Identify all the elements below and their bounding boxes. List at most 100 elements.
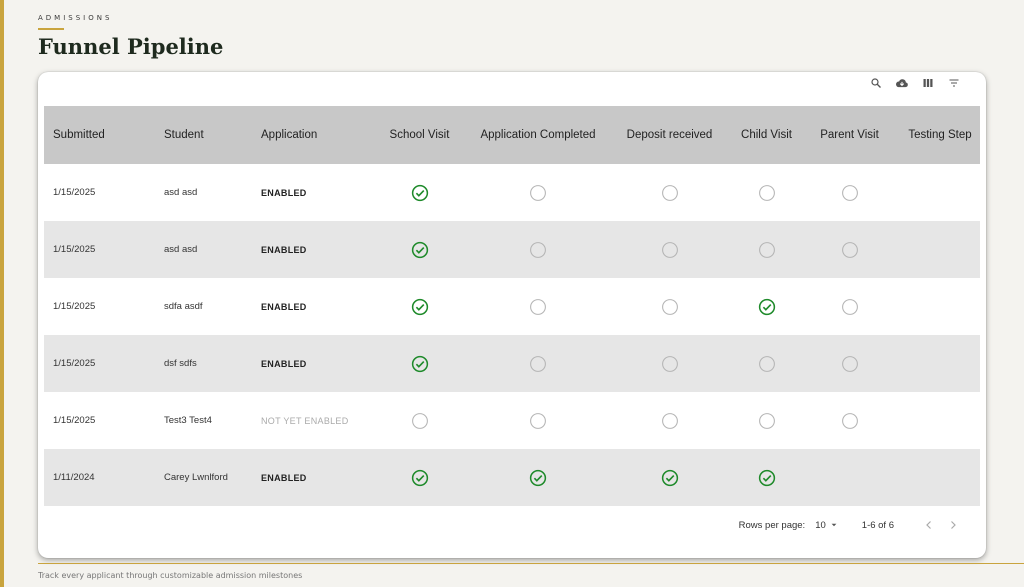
cell-application-completed — [471, 392, 605, 449]
column-header-parent-visit[interactable]: Parent Visit — [799, 106, 900, 164]
column-header-deposit-received[interactable]: Deposit received — [605, 106, 734, 164]
rows-per-page-label: Rows per page: — [738, 519, 806, 531]
cell-school-visit — [368, 221, 471, 278]
empty-circle-icon[interactable] — [841, 355, 859, 373]
column-header-child-visit[interactable]: Child Visit — [734, 106, 799, 164]
empty-circle-icon[interactable] — [661, 412, 679, 430]
cell-deposit-received — [605, 335, 734, 392]
empty-circle-icon[interactable] — [529, 412, 547, 430]
empty-circle-icon[interactable] — [758, 241, 776, 259]
pipeline-table: Submitted Student Application School Vis… — [44, 106, 980, 506]
footer-tagline: Track every applicant through customizab… — [38, 571, 303, 580]
check-circle-icon[interactable] — [411, 355, 429, 373]
check-circle-icon[interactable] — [661, 469, 679, 487]
rows-per-page-select[interactable]: 10 — [815, 520, 838, 531]
empty-circle-icon[interactable] — [841, 184, 859, 202]
cloud-download-icon[interactable] — [894, 75, 910, 91]
table-toolbar — [868, 74, 962, 92]
empty-circle-icon[interactable] — [529, 241, 547, 259]
cell-child-visit — [734, 449, 799, 506]
empty-circle-icon[interactable] — [661, 184, 679, 202]
check-circle-icon[interactable] — [411, 298, 429, 316]
cell-application-status: ENABLED — [261, 472, 307, 483]
column-header-school-visit[interactable]: School Visit — [368, 106, 471, 164]
empty-circle-icon[interactable] — [758, 412, 776, 430]
rows-per-page-value: 10 — [815, 519, 826, 531]
check-circle-icon[interactable] — [529, 469, 547, 487]
caret-down-icon — [831, 523, 837, 527]
column-header-student[interactable]: Student — [155, 106, 252, 164]
cell-application-completed — [471, 278, 605, 335]
table-body: 1/15/2025 asd asd ENABLED 1/15/2025 asd asd E… — [44, 164, 980, 506]
check-circle-icon[interactable] — [758, 469, 776, 487]
table-row[interactable]: 1/15/2025 asd asd ENABLED — [44, 221, 980, 278]
check-circle-icon[interactable] — [411, 184, 429, 202]
check-circle-icon[interactable] — [758, 298, 776, 316]
empty-circle-icon[interactable] — [758, 184, 776, 202]
empty-circle-icon[interactable] — [661, 355, 679, 373]
table-row[interactable]: 1/15/2025 dsf sdfs ENABLED — [44, 335, 980, 392]
column-header-application-completed[interactable]: Application Completed — [471, 106, 605, 164]
table-row[interactable]: 1/15/2025 Test3 Test4 NOT YET ENABLED — [44, 392, 980, 449]
table-row[interactable]: 1/15/2025 asd asd ENABLED — [44, 164, 980, 221]
cell-deposit-received — [605, 164, 734, 221]
empty-circle-icon[interactable] — [529, 355, 547, 373]
cell-application-status: ENABLED — [261, 301, 307, 312]
cell-student: sdfa asdf — [164, 301, 203, 312]
previous-page-button[interactable] — [922, 518, 936, 532]
cell-school-visit — [368, 278, 471, 335]
view-column-icon[interactable] — [920, 75, 936, 91]
cell-student: Test3 Test4 — [164, 415, 212, 426]
table-row[interactable]: 1/11/2024 Carey Lwnlford ENABLED — [44, 449, 980, 506]
column-header-testing-step[interactable]: Testing Step — [900, 106, 980, 164]
cell-application-status: ENABLED — [261, 244, 307, 255]
empty-circle-icon[interactable] — [758, 355, 776, 373]
empty-circle-icon[interactable] — [529, 184, 547, 202]
cell-deposit-received — [605, 392, 734, 449]
check-circle-icon[interactable] — [411, 469, 429, 487]
empty-circle-icon[interactable] — [841, 412, 859, 430]
empty-circle-icon[interactable] — [529, 298, 547, 316]
eyebrow-underline — [38, 28, 64, 30]
cell-testing-step — [900, 449, 980, 506]
column-header-application[interactable]: Application — [252, 106, 368, 164]
cell-submitted: 1/15/2025 — [53, 244, 96, 255]
cell-deposit-received — [605, 278, 734, 335]
cell-submitted: 1/15/2025 — [53, 187, 96, 198]
cell-deposit-received — [605, 221, 734, 278]
empty-circle-icon[interactable] — [661, 298, 679, 316]
section-eyebrow: ADMISSIONS — [38, 14, 113, 22]
cell-application-completed — [471, 449, 605, 506]
cell-child-visit — [734, 221, 799, 278]
cell-application-status: ENABLED — [261, 187, 307, 198]
filter-icon[interactable] — [946, 75, 962, 91]
empty-circle-icon[interactable] — [841, 298, 859, 316]
cell-deposit-received — [605, 449, 734, 506]
cell-child-visit — [734, 392, 799, 449]
cell-application-completed — [471, 335, 605, 392]
cell-student: asd asd — [164, 187, 198, 198]
cell-school-visit — [368, 164, 471, 221]
cell-submitted: 1/15/2025 — [53, 358, 96, 369]
search-icon[interactable] — [868, 75, 884, 91]
cell-parent-visit — [799, 221, 900, 278]
cell-testing-step — [900, 392, 980, 449]
table-row[interactable]: 1/15/2025 sdfa asdf ENABLED — [44, 278, 980, 335]
check-circle-icon[interactable] — [411, 241, 429, 259]
cell-testing-step — [900, 335, 980, 392]
cell-submitted: 1/11/2024 — [53, 472, 95, 483]
empty-circle-icon[interactable] — [661, 241, 679, 259]
cell-parent-visit — [799, 392, 900, 449]
cell-student: asd asd — [164, 244, 198, 255]
empty-circle-icon[interactable] — [841, 241, 859, 259]
page-title: Funnel Pipeline — [38, 34, 224, 59]
next-page-button[interactable] — [946, 518, 960, 532]
chevron-left-icon — [926, 521, 931, 529]
pagination-bar: Rows per page: 10 1-6 of 6 — [44, 505, 980, 545]
column-header-submitted[interactable]: Submitted — [44, 106, 155, 164]
cell-testing-step — [900, 164, 980, 221]
empty-circle-icon[interactable] — [411, 412, 429, 430]
cell-parent-visit — [799, 164, 900, 221]
cell-submitted: 1/15/2025 — [53, 415, 96, 426]
cell-school-visit — [368, 449, 471, 506]
